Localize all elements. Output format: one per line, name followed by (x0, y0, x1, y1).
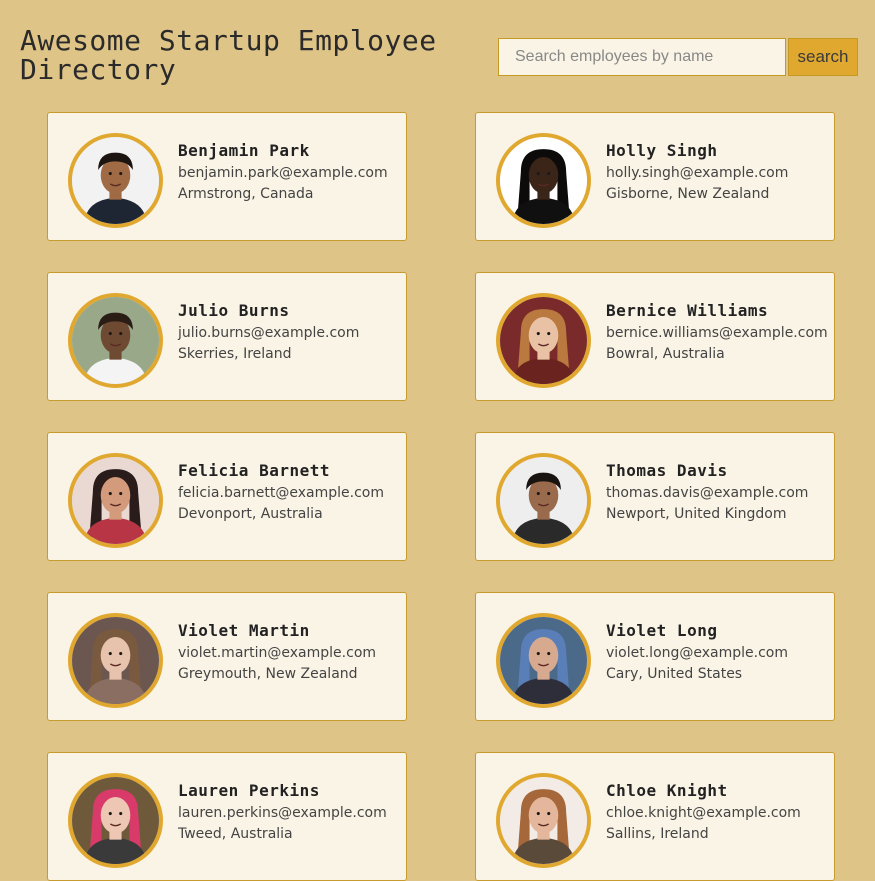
employee-info: Felicia Barnett felicia.barnett@example.c… (178, 461, 396, 525)
employee-info: Lauren Perkins lauren.perkins@example.com… (178, 781, 396, 845)
employee-location: Bowral, Australia (606, 346, 725, 362)
employee-name: Chloe Knight (606, 781, 728, 800)
employee-email: holly.singh@example.com (606, 165, 789, 181)
employee-name: Lauren Perkins (178, 781, 320, 800)
employee-name: Bernice Williams (606, 301, 769, 320)
employee-email: felicia.barnett@example.com (178, 485, 384, 501)
employee-location: Gisborne, New Zealand (606, 186, 770, 202)
avatar (68, 133, 163, 228)
employee-name: Julio Burns (178, 301, 290, 320)
employee-card[interactable]: Bernice Williams bernice.williams@example… (475, 272, 835, 401)
employee-email: bernice.williams@example.com (606, 325, 828, 341)
employee-card[interactable]: Benjamin Park benjamin.park@example.com Ar… (47, 112, 407, 241)
avatar (496, 293, 591, 388)
employee-location: Sallins, Ireland (606, 826, 709, 842)
employee-email: violet.long@example.com (606, 645, 789, 661)
employee-card[interactable]: Violet Long violet.long@example.com Cary, … (475, 592, 835, 721)
employee-name: Violet Martin (178, 621, 310, 640)
employee-card[interactable]: Holly Singh holly.singh@example.com Gisbor… (475, 112, 835, 241)
avatar (68, 613, 163, 708)
employee-info: Bernice Williams bernice.williams@example… (606, 301, 828, 365)
employee-location: Devonport, Australia (178, 506, 323, 522)
employee-name: Benjamin Park (178, 141, 310, 160)
employee-card[interactable]: Lauren Perkins lauren.perkins@example.com… (47, 752, 407, 881)
employee-card[interactable]: Thomas Davis thomas.davis@example.com Newp… (475, 432, 835, 561)
employee-info: Thomas Davis thomas.davis@example.com Newp… (606, 461, 824, 525)
employee-email: julio.burns@example.com (178, 325, 360, 341)
search-input[interactable] (498, 38, 786, 76)
employee-card[interactable]: Violet Martin violet.martin@example.com Gr… (47, 592, 407, 721)
employee-location: Armstrong, Canada (178, 186, 314, 202)
employee-email: lauren.perkins@example.com (178, 805, 387, 821)
employee-location: Newport, United Kingdom (606, 506, 787, 522)
employee-info: Violet Martin violet.martin@example.com Gr… (178, 621, 396, 685)
avatar (68, 293, 163, 388)
avatar (496, 453, 591, 548)
page-title: Awesome Startup Employee Directory (20, 24, 437, 86)
header: Awesome Startup Employee Directory searc… (20, 26, 865, 90)
employee-card[interactable]: Julio Burns julio.burns@example.com Skerri… (47, 272, 407, 401)
avatar (68, 773, 163, 868)
employee-name: Thomas Davis (606, 461, 728, 480)
employee-location: Tweed, Australia (178, 826, 293, 842)
employee-info: Benjamin Park benjamin.park@example.com Ar… (178, 141, 396, 205)
employee-info: Violet Long violet.long@example.com Cary, … (606, 621, 824, 685)
avatar (496, 773, 591, 868)
avatar (496, 613, 591, 708)
employee-info: Chloe Knight chloe.knight@example.com Sall… (606, 781, 824, 845)
employee-card[interactable]: Felicia Barnett felicia.barnett@example.c… (47, 432, 407, 561)
employee-email: chloe.knight@example.com (606, 805, 801, 821)
employee-grid: Benjamin Park benjamin.park@example.com Ar… (47, 112, 835, 881)
employee-name: Holly Singh (606, 141, 718, 160)
employee-name: Felicia Barnett (178, 461, 330, 480)
employee-location: Skerries, Ireland (178, 346, 292, 362)
employee-name: Violet Long (606, 621, 718, 640)
employee-info: Julio Burns julio.burns@example.com Skerri… (178, 301, 396, 365)
employee-location: Greymouth, New Zealand (178, 666, 358, 682)
employee-email: violet.martin@example.com (178, 645, 377, 661)
employee-email: thomas.davis@example.com (606, 485, 809, 501)
avatar (68, 453, 163, 548)
employee-location: Cary, United States (606, 666, 743, 682)
employee-email: benjamin.park@example.com (178, 165, 388, 181)
search-button[interactable]: search (788, 38, 858, 76)
employee-card[interactable]: Chloe Knight chloe.knight@example.com Sall… (475, 752, 835, 881)
avatar (496, 133, 591, 228)
employee-info: Holly Singh holly.singh@example.com Gisbor… (606, 141, 824, 205)
